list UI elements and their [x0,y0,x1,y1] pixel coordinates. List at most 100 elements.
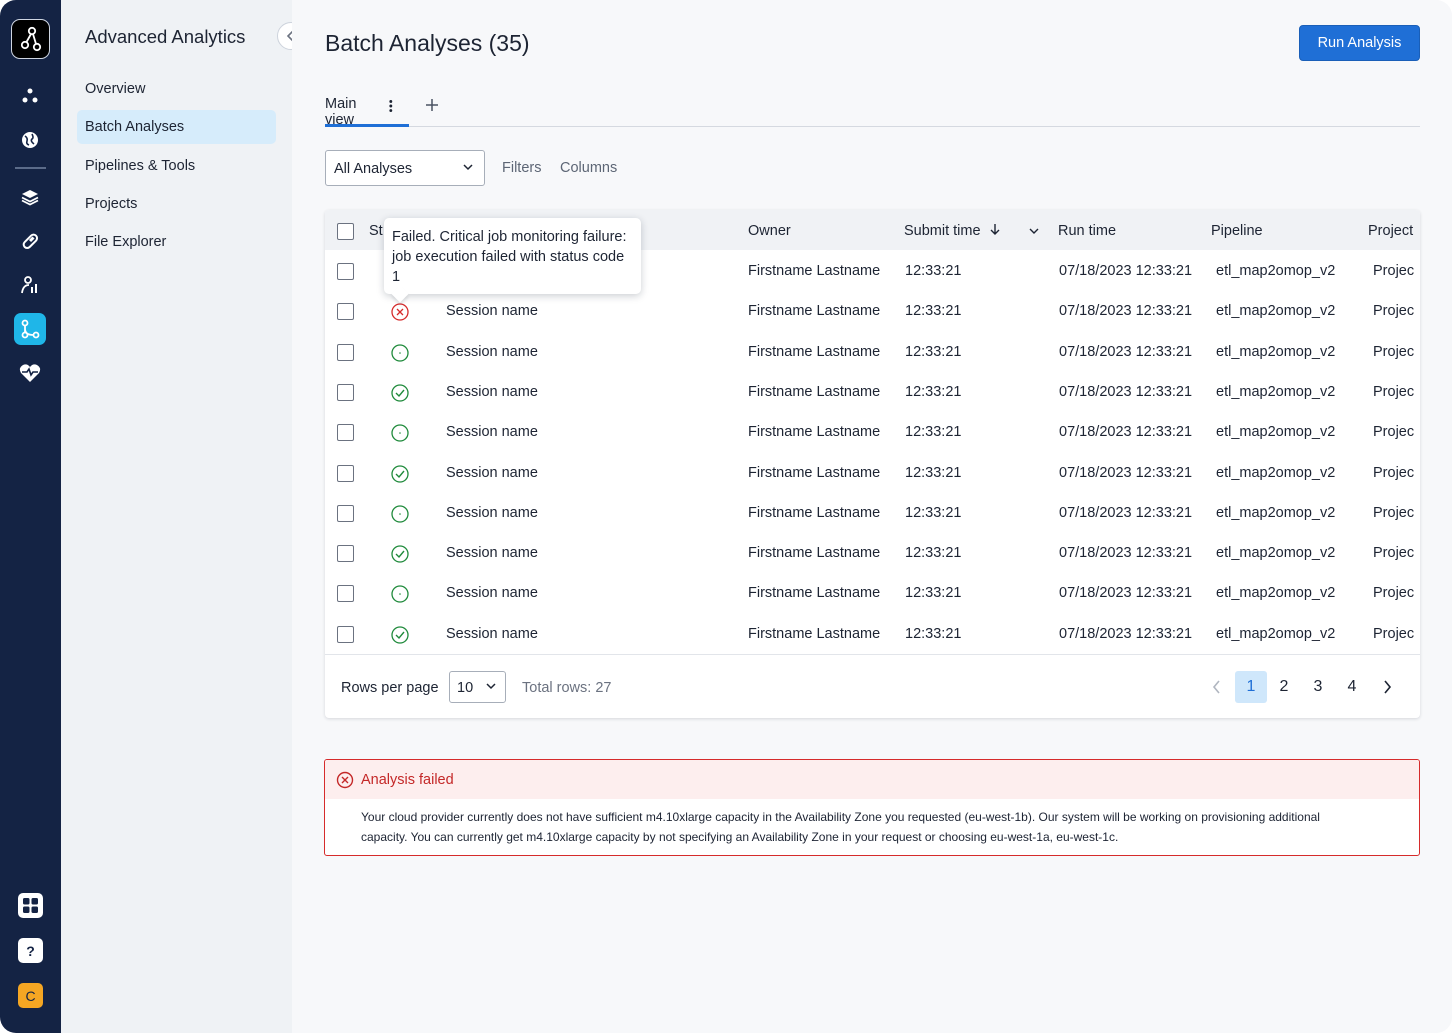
apps-grid-icon[interactable] [18,893,43,918]
success-status-icon[interactable] [390,625,410,645]
table-row[interactable]: Session name Firstname Lastname 12:33:21 07… [325,292,1420,332]
column-header-run-time[interactable]: Run time [1058,223,1116,239]
sidebar-item-projects[interactable]: Projects [77,187,276,221]
cell-project: Projec [1373,504,1415,521]
page-3-button[interactable]: 3 [1302,671,1334,703]
table-row[interactable]: Session name Firstname Lastname 12:33:21 07… [325,615,1420,655]
table-row[interactable]: Session name Firstname Lastname 12:33:21 07… [325,333,1420,373]
column-header-project[interactable]: Project [1368,223,1413,239]
add-view-icon[interactable] [425,95,439,118]
sidebar-item-batch-analyses[interactable]: Batch Analyses [77,110,276,144]
filters-button[interactable]: Filters [502,160,541,176]
icon-rail: ? C [0,0,61,1033]
row-checkbox[interactable] [337,545,354,563]
cluster-icon[interactable] [14,80,46,112]
pill-icon[interactable] [14,225,46,257]
app-window: ? C Advanced Analytics Overview Batch An… [0,0,1452,1033]
run-analysis-button[interactable]: Run Analysis [1299,25,1420,61]
pipeline-icon[interactable] [14,313,46,345]
page-1-button[interactable]: 1 [1235,671,1267,703]
column-header-owner[interactable]: Owner [748,223,791,239]
success-status-icon[interactable] [390,464,410,484]
row-checkbox[interactable] [337,625,354,643]
table-row[interactable]: Session name Firstname Lastname 12:33:21 07… [325,534,1420,574]
app-logo-icon[interactable] [11,19,50,59]
page-4-button[interactable]: 4 [1336,671,1368,703]
cell-run-time: 07/18/2023 12:33:21 [1059,263,1193,279]
failed-status-icon[interactable] [390,302,410,322]
cell-run-time: 07/18/2023 12:33:21 [1059,383,1193,400]
cell-session-name[interactable]: Session name [446,585,538,601]
success-status-icon[interactable] [390,544,410,564]
user-avatar[interactable]: C [18,983,43,1008]
page-2-button[interactable]: 2 [1268,671,1300,703]
row-checkbox[interactable] [337,383,354,401]
cell-session-name[interactable]: Session name [446,626,538,642]
cell-submit-time: 12:33:21 [905,545,962,562]
view-tabs: Main view [325,90,1420,128]
table-row[interactable]: Session name Firstname Lastname 12:33:21 07… [325,574,1420,614]
sidebar-item-file-explorer[interactable]: File Explorer [77,225,276,259]
cell-session-name[interactable]: Session name [446,384,538,400]
success-status-icon[interactable] [390,383,410,403]
tab-main-view[interactable]: Main view [325,96,409,128]
table-row[interactable]: Session name Firstname Lastname 12:33:21 07… [325,494,1420,534]
cell-pipeline: etl_map2omop_v2 [1216,424,1336,441]
cell-project: Projec [1373,263,1415,279]
error-alert: Analysis failed Your cloud provider curr… [324,759,1420,856]
analyses-filter-select[interactable]: All Analyses [325,150,485,186]
globe-icon[interactable] [14,124,46,156]
sidebar-item-pipelines-tools[interactable]: Pipelines & Tools [77,149,276,183]
column-header-status[interactable]: St [369,223,383,239]
row-checkbox[interactable] [337,585,354,603]
cell-run-time: 07/18/2023 12:33:21 [1059,424,1193,441]
running-status-icon[interactable] [390,423,410,443]
cell-submit-time: 12:33:21 [905,383,962,400]
table-row[interactable]: Session name Firstname Lastname 12:33:21 07… [325,373,1420,413]
row-checkbox[interactable] [337,504,354,522]
cell-session-name[interactable]: Session name [446,424,538,440]
layers-icon[interactable] [14,181,46,213]
prev-page-button[interactable] [1201,671,1233,703]
cell-session-name[interactable]: Session name [446,545,538,561]
analytics-user-icon[interactable] [14,269,46,301]
more-vertical-icon[interactable] [389,98,393,114]
running-status-icon[interactable] [390,584,410,604]
running-status-icon[interactable] [390,343,410,363]
column-header-submit-time[interactable]: Submit time [904,223,1001,239]
column-header-pipeline[interactable]: Pipeline [1211,223,1263,239]
cell-session-name[interactable]: Session name [446,465,538,481]
row-checkbox[interactable] [337,303,354,321]
heart-pulse-icon[interactable] [14,357,46,389]
table-footer: Rows per page 10 Total rows: 27 1 2 3 4 [325,654,1420,718]
row-checkbox[interactable] [337,424,354,442]
table-row[interactable]: Session name Firstname Lastname 12:33:21 07… [325,454,1420,494]
sidebar-item-overview[interactable]: Overview [77,72,276,106]
cell-session-name[interactable]: Session name [446,505,538,521]
cell-pipeline: etl_map2omop_v2 [1216,263,1336,279]
cell-submit-time: 12:33:21 [905,585,962,602]
cell-submit-time: 12:33:21 [905,464,962,481]
column-menu-chevron-icon[interactable] [1028,226,1040,236]
cell-session-name[interactable]: Session name [446,344,538,360]
cell-project: Projec [1373,464,1415,481]
select-all-checkbox[interactable] [337,223,354,240]
row-checkbox[interactable] [337,464,354,482]
chevron-down-icon [486,683,496,690]
cell-session-name[interactable]: Session name [446,303,538,319]
cell-run-time: 07/18/2023 12:33:21 [1059,545,1193,562]
next-page-button[interactable] [1371,671,1403,703]
running-status-icon[interactable] [390,504,410,524]
rail-divider [15,167,46,169]
cell-run-time: 07/18/2023 12:33:21 [1059,343,1193,360]
rows-per-page-select[interactable]: 10 [449,671,506,703]
help-icon[interactable]: ? [18,938,43,963]
cell-pipeline: etl_map2omop_v2 [1216,545,1336,562]
chevron-right-icon [1384,680,1392,694]
page-title: Batch Analyses (35) [325,30,530,56]
row-checkbox[interactable] [337,343,354,361]
cell-run-time: 07/18/2023 12:33:21 [1059,303,1193,320]
table-row[interactable]: Session name Firstname Lastname 12:33:21 07… [325,413,1420,453]
row-checkbox[interactable] [337,263,354,280]
columns-button[interactable]: Columns [560,160,617,176]
